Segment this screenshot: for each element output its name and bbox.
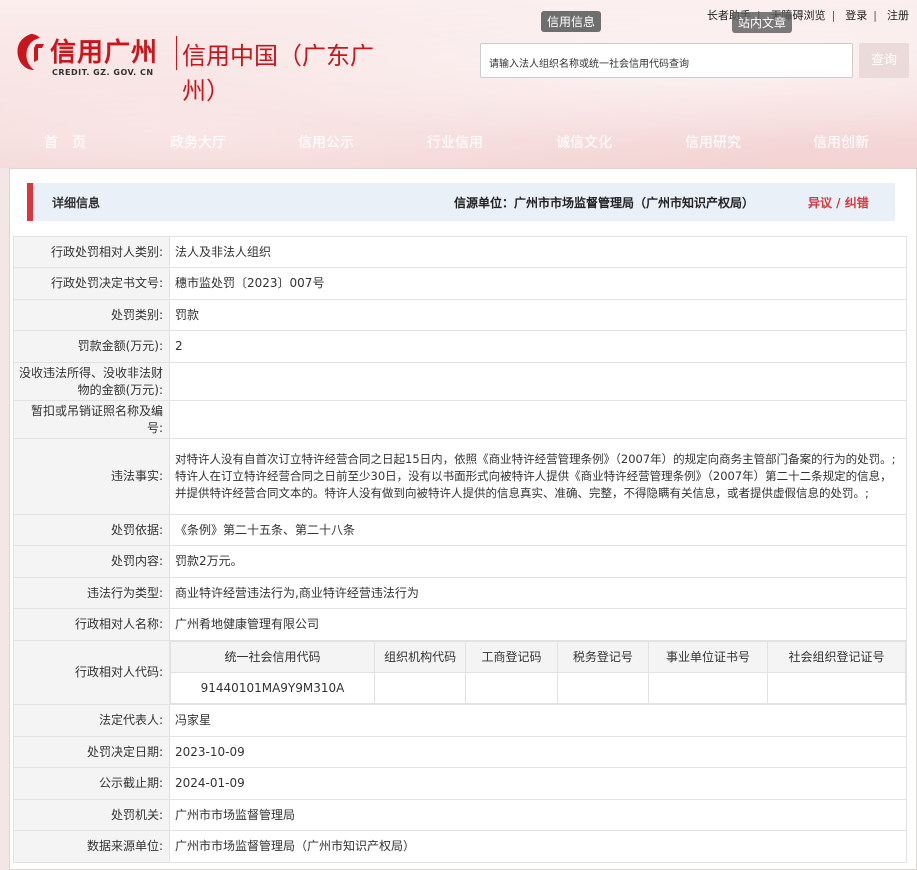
field-label: 处罚依据: — [13, 514, 170, 546]
logo-text: 信用广州 — [50, 38, 159, 68]
table-row: 违法事实: 对特许人没有自首次订立特许经营合同之日起15日内，依照《商业特许经营… — [13, 438, 907, 515]
field-label: 处罚机关: — [13, 799, 170, 831]
code-subtable: 统一社会信用代码 组织机构代码 工商登记码 税务登记号 事业单位证书号 社会组织… — [170, 641, 906, 704]
logo-emblem-icon — [17, 34, 44, 70]
code-header: 统一社会信用代码 — [170, 641, 375, 673]
logo-domain: CREDIT. GZ. GOV. CN — [52, 68, 154, 77]
code-header: 工商登记码 — [465, 641, 558, 673]
table-row: 处罚决定日期: 2023-10-09 — [13, 736, 907, 768]
table-row: 处罚类别: 罚款 — [13, 299, 907, 331]
code-header-row: 统一社会信用代码 组织机构代码 工商登记码 税务登记号 事业单位证书号 社会组织… — [170, 641, 906, 673]
code-value: 91440101MA9Y9M310A — [170, 672, 375, 704]
detail-table: 行政处罚相对人类别: 法人及非法人组织 行政处罚决定书文号: 穗市监处罚〔202… — [13, 236, 907, 863]
source-unit: 信源单位：广州市市场监督管理局（广州市知识产权局） — [454, 196, 755, 210]
field-value: 法人及非法人组织 — [169, 236, 907, 268]
register-link[interactable]: 注册 — [887, 9, 909, 22]
field-value: 2023-10-09 — [169, 736, 907, 768]
field-label: 处罚类别: — [13, 299, 170, 331]
nav-item-home[interactable]: 首 页 — [44, 132, 86, 152]
field-value: 罚款 — [169, 299, 907, 331]
field-label: 行政处罚相对人类别: — [13, 236, 170, 268]
login-link[interactable]: 登录 — [845, 9, 867, 22]
logo-subtitle: 信用中国（广东广州） — [182, 42, 374, 105]
field-label: 数据来源单位: — [13, 830, 170, 863]
field-label: 违法事实: — [13, 438, 170, 515]
field-value: 商业特许经营违法行为,商业特许经营违法行为 — [169, 577, 907, 609]
site-header: 长者助手|无障碍浏览|登录|注册 信用信息 站内文章 信用广州 CREDIT. … — [0, 0, 917, 168]
field-value: 冯家星 — [169, 704, 907, 737]
search-button[interactable]: 查询 — [859, 43, 909, 78]
field-label: 处罚决定日期: — [13, 736, 170, 768]
code-value-row: 91440101MA9Y9M310A — [170, 672, 906, 704]
table-row: 处罚依据: 《条例》第二十五条、第二十八条 — [13, 514, 907, 546]
field-value: 2 — [169, 330, 907, 363]
field-value: 《条例》第二十五条、第二十八条 — [169, 514, 907, 546]
search-input[interactable]: 请输入法人组织名称或统一社会信用代码查询 — [480, 43, 853, 78]
separator: | — [831, 9, 836, 22]
nav-item-credit-innovation[interactable]: 信用创新 — [813, 132, 869, 152]
field-label: 行政处罚决定书文号: — [13, 267, 170, 300]
table-row: 违法行为类型: 商业特许经营违法行为,商业特许经营违法行为 — [13, 577, 907, 609]
code-header: 组织机构代码 — [373, 641, 467, 673]
field-label: 罚款金额(万元): — [13, 330, 170, 363]
table-row: 数据来源单位: 广州市市场监督管理局（广州市知识产权局） — [13, 830, 907, 863]
table-row: 行政处罚决定书文号: 穗市监处罚〔2023〕007号 — [13, 267, 907, 300]
field-value — [169, 362, 907, 401]
detail-title: 详细信息 — [52, 196, 101, 210]
table-row: 处罚内容: 罚款2万元。 — [13, 545, 907, 578]
field-label: 违法行为类型: — [13, 577, 170, 609]
detail-panel: 详细信息 信源单位：广州市市场监督管理局（广州市知识产权局） 异议 / 纠错 行… — [9, 168, 917, 870]
table-row: 行政处罚相对人类别: 法人及非法人组织 — [13, 236, 907, 268]
code-header: 事业单位证书号 — [648, 641, 768, 673]
field-label: 行政相对人名称: — [13, 608, 170, 641]
table-row: 没收违法所得、没收非法财物的金额(万元): — [13, 362, 907, 401]
code-header: 税务登记号 — [556, 641, 650, 673]
table-row: 暂扣或吊销证照名称及编号: — [13, 400, 907, 439]
code-value — [767, 672, 906, 704]
nav-item-service-hall[interactable]: 政务大厅 — [170, 132, 226, 152]
nav-item-integrity-culture[interactable]: 诚信文化 — [556, 132, 612, 152]
field-label: 公示截止期: — [13, 767, 170, 800]
tab-credit-info[interactable]: 信用信息 — [541, 11, 602, 32]
field-label: 没收违法所得、没收非法财物的金额(万元): — [13, 362, 170, 401]
code-header: 社会组织登记证号 — [767, 641, 906, 673]
nav-item-credit-disclosure[interactable]: 信用公示 — [298, 132, 354, 152]
field-value — [169, 400, 907, 439]
code-value — [465, 672, 558, 704]
objection-link[interactable]: 异议 / 纠错 — [808, 194, 869, 211]
separator: | — [873, 9, 877, 22]
table-row: 行政相对人代码: 统一社会信用代码 组织机构代码 工商登记码 税务登记号 事业单… — [13, 640, 907, 705]
table-row: 行政相对人名称: 广州肴地健康管理有限公司 — [13, 608, 907, 641]
tab-site-articles[interactable]: 站内文章 — [732, 12, 793, 33]
detail-titlebar: 详细信息 信源单位：广州市市场监督管理局（广州市知识产权局） 异议 / 纠错 — [27, 183, 895, 221]
field-value: 对特许人没有自首次订立特许经营合同之日起15日内，依照《商业特许经营管理条例》（… — [169, 438, 907, 515]
main-nav: 首 页 政务大厅 信用公示 行业信用 诚信文化 信用研究 信用创新 — [0, 128, 917, 156]
code-value — [373, 672, 467, 704]
field-value: 广州肴地健康管理有限公司 — [169, 608, 907, 641]
table-row: 公示截止期: 2024-01-09 — [13, 767, 907, 800]
field-label: 行政相对人代码: — [13, 640, 170, 705]
field-value: 2024-01-09 — [169, 767, 907, 800]
field-value: 广州市市场监督管理局 — [169, 799, 907, 831]
table-row: 罚款金额(万元): 2 — [13, 330, 907, 363]
code-value — [648, 672, 768, 704]
nav-item-credit-research[interactable]: 信用研究 — [685, 132, 741, 152]
field-label: 法定代表人: — [13, 704, 170, 737]
field-label: 暂扣或吊销证照名称及编号: — [13, 400, 170, 439]
field-label: 处罚内容: — [13, 545, 170, 578]
table-row: 法定代表人: 冯家星 — [13, 704, 907, 737]
code-value — [556, 672, 650, 704]
nav-item-industry-credit[interactable]: 行业信用 — [427, 132, 483, 152]
table-row: 处罚机关: 广州市市场监督管理局 — [13, 799, 907, 831]
code-cell: 统一社会信用代码 组织机构代码 工商登记码 税务登记号 事业单位证书号 社会组织… — [169, 640, 907, 705]
field-value: 穗市监处罚〔2023〕007号 — [169, 267, 907, 300]
field-value: 罚款2万元。 — [169, 545, 907, 578]
logo-divider — [176, 36, 177, 70]
site-logo[interactable]: 信用广州 CREDIT. GZ. GOV. CN 信用中国（广东广州） — [14, 30, 384, 105]
field-value: 广州市市场监督管理局（广州市知识产权局） — [169, 830, 907, 863]
